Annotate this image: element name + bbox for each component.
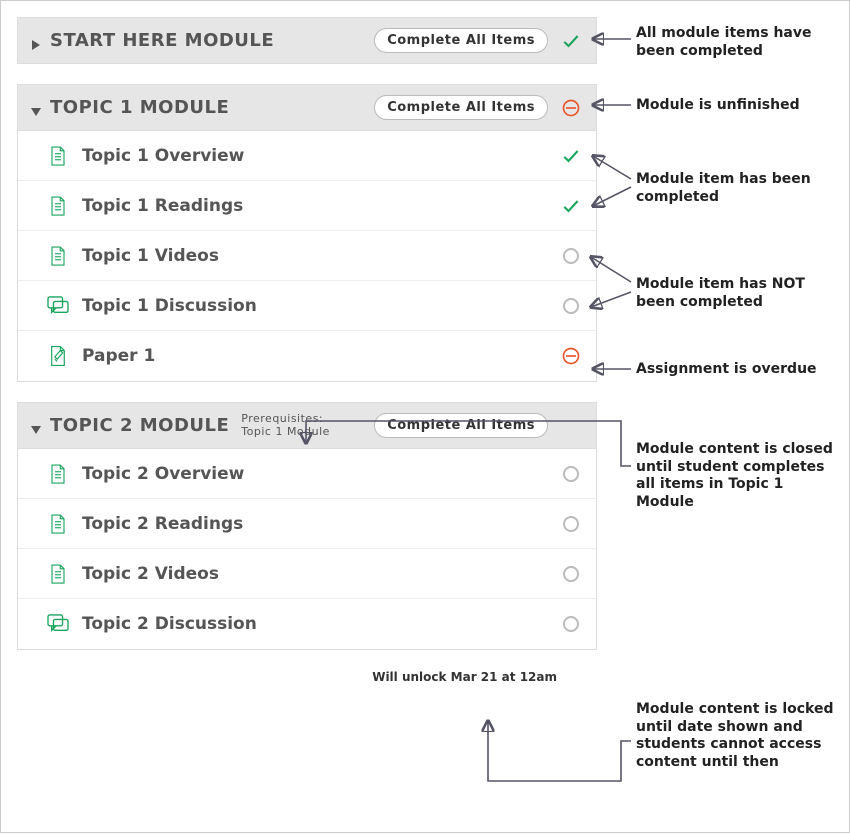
module-title: TOPIC 1 MODULE [50,97,229,118]
collapse-toggle-icon[interactable] [30,420,42,432]
page-icon [46,195,70,217]
discussion-icon [46,614,70,634]
item-status-overdue-icon [558,346,584,366]
module-title: TOPIC 2 MODULE [50,415,229,436]
complete-all-button[interactable]: Complete All Items [374,95,548,120]
prerequisite-label: Prerequisites: Topic 1 Module [241,413,330,437]
module-item: Topic 2 Discussion [18,599,596,649]
module-status-unfinished-icon [558,98,584,118]
complete-all-button[interactable]: Complete All Items [374,28,548,53]
module-header[interactable]: TOPIC 2 MODULE Prerequisites: Topic 1 Mo… [18,403,596,449]
module-item: Topic 1 Readings [18,181,596,231]
annotation-label: Module is unfinished [636,97,846,115]
item-status-incomplete-icon [558,516,584,532]
assignment-icon [46,345,70,367]
module-item-title[interactable]: Topic 2 Readings [82,514,548,534]
module-status-complete-icon [558,31,584,51]
module-item: Topic 2 Overview [18,449,596,499]
module-title: START HERE MODULE [50,30,274,51]
discussion-icon [46,296,70,316]
item-status-incomplete-icon [558,566,584,582]
page-icon [46,513,70,535]
annotation-label: Assignment is overdue [636,361,846,379]
annotation-label: Module content is closed until student c… [636,441,846,511]
module-topic-2: TOPIC 2 MODULE Prerequisites: Topic 1 Mo… [17,402,597,650]
module-item-title[interactable]: Topic 1 Overview [82,146,548,166]
page-icon [46,145,70,167]
annotation-label: Module content is locked until date show… [636,701,846,771]
annotation-label: All module items have been completed [636,25,846,60]
collapse-toggle-icon[interactable] [30,102,42,114]
module-item: Topic 2 Videos [18,549,596,599]
module-item: Topic 1 Videos [18,231,596,281]
module-item: Topic 1 Overview [18,131,596,181]
module-item-title[interactable]: Topic 1 Videos [82,246,548,266]
module-item: Topic 1 Discussion [18,281,596,331]
item-status-incomplete-icon [558,466,584,482]
item-status-complete-icon [558,146,584,166]
annotation-label: Module item has been completed [636,171,846,206]
page-icon [46,463,70,485]
module-header[interactable]: START HERE MODULE Complete All Items [18,18,596,63]
module-item-title[interactable]: Topic 1 Discussion [82,296,548,316]
complete-all-button[interactable]: Complete All Items [374,413,548,438]
page-icon [46,245,70,267]
module-item-title[interactable]: Topic 2 Videos [82,564,548,584]
item-status-complete-icon [558,196,584,216]
module-start-here: START HERE MODULE Complete All Items [17,17,597,64]
module-item: Paper 1 [18,331,596,381]
item-status-incomplete-icon [558,298,584,314]
item-status-incomplete-icon [558,616,584,632]
module-item: Topic 2 Readings [18,499,596,549]
module-item-title[interactable]: Paper 1 [82,346,548,366]
collapse-toggle-icon[interactable] [30,35,42,47]
item-status-incomplete-icon [558,248,584,264]
module-item-title[interactable]: Topic 2 Overview [82,464,548,484]
module-item-title[interactable]: Topic 1 Readings [82,196,548,216]
unlock-note: Will unlock Mar 21 at 12am [17,670,597,684]
module-item-title[interactable]: Topic 2 Discussion [82,614,548,634]
annotation-label: Module item has NOT been completed [636,276,846,311]
module-header[interactable]: TOPIC 1 MODULE Complete All Items [18,85,596,131]
page-icon [46,563,70,585]
module-topic-1: TOPIC 1 MODULE Complete All Items Topic … [17,84,597,382]
